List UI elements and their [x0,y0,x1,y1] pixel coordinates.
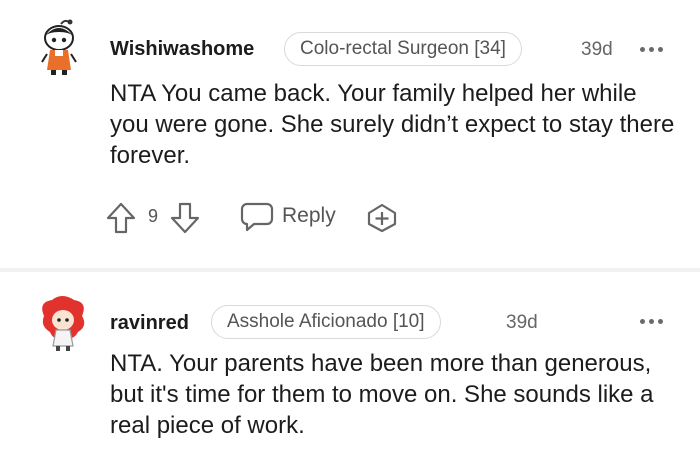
comment-body: NTA. Your parents have been more than ge… [110,350,654,439]
user-flair: Colo-rectal Surgeon [34] [284,32,522,66]
more-options-icon[interactable] [640,316,668,326]
more-options-icon[interactable] [640,44,668,54]
comment-2: ravinred Asshole Aficionado [10] 39d NTA… [0,272,700,470]
vote-score: 9 [148,206,159,226]
comment-timestamp[interactable]: 39d [506,312,538,334]
reply-label: Reply [282,204,336,227]
comment-timestamp[interactable]: 39d [581,39,613,61]
comment-body: NTA You came back. Your family helped he… [110,80,675,169]
user-avatar[interactable] [34,294,92,352]
comment-author[interactable]: ravinred [110,312,189,335]
reply-icon [240,202,274,232]
downvote-icon[interactable] [170,202,200,234]
user-flair: Asshole Aficionado [10] [211,305,441,339]
reply-button[interactable]: Reply [240,200,350,234]
award-icon[interactable] [366,203,398,233]
user-avatar[interactable] [30,18,88,76]
upvote-icon[interactable] [106,202,136,234]
comment-1: Wishiwashome Colo-rectal Surgeon [34] 39… [0,0,700,268]
comment-author[interactable]: Wishiwashome [110,38,254,61]
comment-actions: 9 Reply [104,197,424,237]
